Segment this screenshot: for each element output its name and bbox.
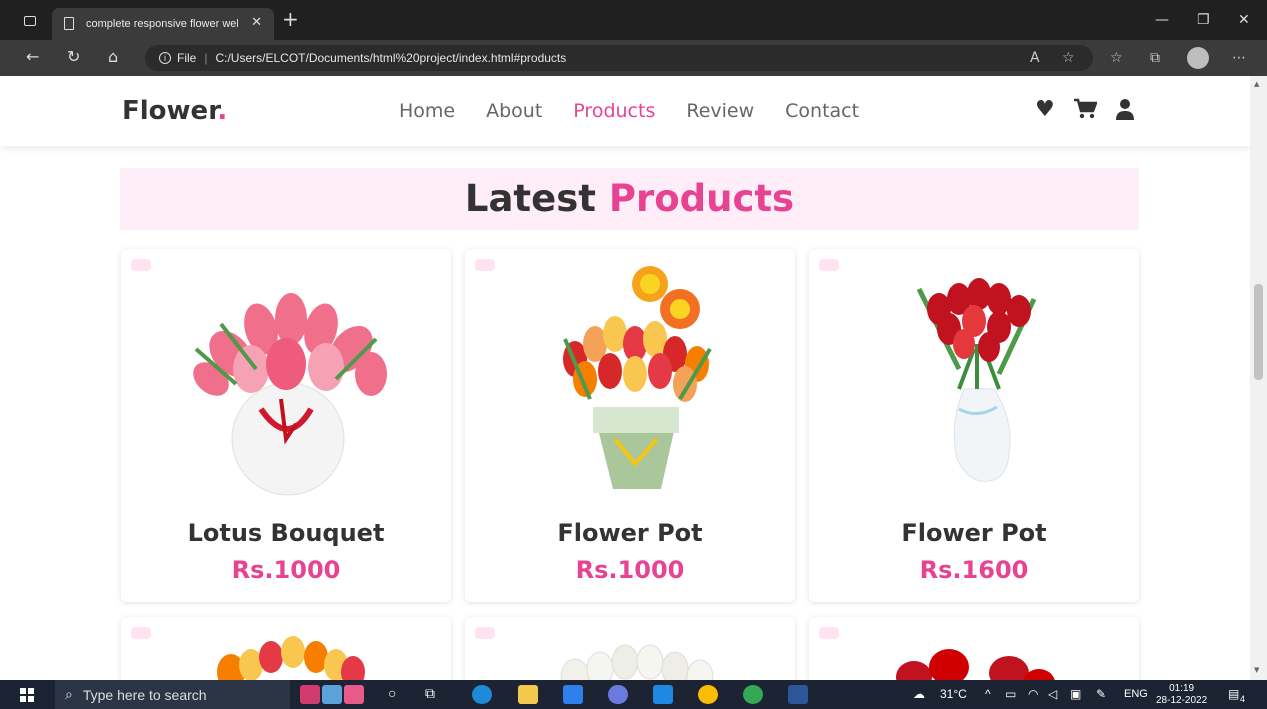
- product-card[interactable]: Lotus Bouquet Rs.1000: [121, 249, 451, 602]
- heart-icon[interactable]: ♥: [1035, 98, 1055, 126]
- product-price: Rs.1600: [919, 556, 1029, 584]
- main-nav: Home About Products Review Contact: [399, 100, 890, 122]
- add-favorite-icon[interactable]: ☆: [1062, 50, 1075, 66]
- weather-icon[interactable]: ☁: [913, 687, 925, 701]
- back-icon[interactable]: ←: [26, 49, 39, 65]
- url-prefix: File: [177, 51, 197, 65]
- white-tulips-image: [560, 644, 714, 680]
- url-text: C:/Users/ELCOT/Documents/html%20project/…: [215, 51, 567, 65]
- page-scrollbar[interactable]: ▲ ▼: [1250, 76, 1267, 680]
- pen-icon[interactable]: ✎: [1096, 687, 1106, 701]
- scroll-thumb[interactable]: [1254, 284, 1263, 380]
- language-indicator[interactable]: ENG: [1124, 688, 1148, 700]
- search-placeholder: Type here to search: [82, 686, 207, 703]
- store-icon[interactable]: [563, 685, 583, 704]
- url-separator: |: [204, 51, 208, 65]
- user-icon[interactable]: [1115, 98, 1135, 126]
- minimize-icon[interactable]: —: [1155, 12, 1169, 28]
- product-price: Rs.1000: [575, 556, 685, 584]
- word-icon[interactable]: [788, 685, 808, 704]
- tab-actions-icon[interactable]: [24, 16, 36, 26]
- scroll-down-icon[interactable]: ▼: [1254, 666, 1259, 674]
- battery-icon[interactable]: ▭: [1005, 687, 1016, 701]
- profile-avatar[interactable]: [1187, 47, 1209, 69]
- meet-icon[interactable]: ▣: [1070, 687, 1081, 701]
- browser-tab-bar: complete responsive flower web· ✕ + — ❐ …: [0, 0, 1267, 40]
- notification-count: 4: [1240, 694, 1246, 704]
- taskbar-search[interactable]: ⌕ Type here to search: [55, 680, 290, 709]
- home-icon[interactable]: ⌂: [108, 49, 118, 65]
- scroll-up-icon[interactable]: ▲: [1254, 80, 1259, 88]
- product-card[interactable]: [121, 617, 451, 680]
- file-explorer-icon[interactable]: [518, 685, 538, 704]
- close-window-icon[interactable]: ✕: [1238, 12, 1250, 28]
- browser-tab[interactable]: complete responsive flower web· ✕: [52, 8, 274, 40]
- header-icons: ♥: [1035, 98, 1135, 126]
- nav-review[interactable]: Review: [686, 100, 754, 122]
- volume-icon[interactable]: ◁: [1048, 687, 1057, 701]
- task-view-icon[interactable]: ⧉: [425, 685, 435, 702]
- page-viewport: Flower. Home About Products Review Conta…: [0, 76, 1250, 680]
- weather-temp[interactable]: 31°C: [940, 687, 967, 701]
- clock-date: 28-12-2022: [1156, 695, 1208, 706]
- new-tab-icon[interactable]: +: [282, 9, 299, 29]
- chrome-profile-icon[interactable]: [743, 685, 763, 704]
- clock-time: 01:19: [1169, 683, 1195, 694]
- product-card[interactable]: Flower Pot Rs.1000: [465, 249, 795, 602]
- page-icon: [64, 17, 74, 30]
- product-name: Flower Pot: [557, 519, 703, 547]
- section-heading: Latest Products: [120, 168, 1139, 230]
- address-bar-row: ← ↻ ⌂ i File | C:/Users/ELCOT/Documents/…: [0, 40, 1267, 76]
- search-icon: ⌕: [65, 686, 73, 702]
- start-button[interactable]: [20, 688, 34, 702]
- product-card[interactable]: [465, 617, 795, 680]
- read-aloud-icon[interactable]: A: [1030, 50, 1040, 66]
- mail-icon[interactable]: [653, 685, 673, 704]
- collections-icon[interactable]: ⧉: [1150, 50, 1160, 66]
- heading-main: Latest: [464, 177, 596, 220]
- more-menu-icon[interactable]: ⋯: [1232, 50, 1246, 66]
- chevron-up-icon[interactable]: ^: [985, 687, 991, 701]
- close-tab-icon[interactable]: ✕: [251, 15, 262, 30]
- product-name: Lotus Bouquet: [187, 519, 385, 547]
- logo-text: Flower: [122, 96, 218, 126]
- site-logo[interactable]: Flower.: [122, 96, 227, 126]
- infinity-app-icon[interactable]: [608, 685, 628, 704]
- product-card[interactable]: [809, 617, 1139, 680]
- restore-icon[interactable]: ❐: [1197, 12, 1210, 28]
- refresh-icon[interactable]: ↻: [67, 49, 80, 65]
- product-name: Flower Pot: [901, 519, 1047, 547]
- url-field[interactable]: i File | C:/Users/ELCOT/Documents/html%2…: [145, 45, 1093, 71]
- product-card[interactable]: Flower Pot Rs.1600: [809, 249, 1139, 602]
- nav-contact[interactable]: Contact: [785, 100, 859, 122]
- red-tulip-vase-image: [916, 278, 1037, 482]
- windows-taskbar: ⌕ Type here to search ○ ⧉ ☁ 31°C ^ ▭ ◠ ◁…: [0, 680, 1267, 709]
- calendar-widget-icon[interactable]: [344, 685, 364, 704]
- edge-icon[interactable]: [472, 685, 492, 704]
- wifi-icon[interactable]: ◠: [1028, 687, 1038, 701]
- favorites-icon[interactable]: ☆: [1110, 50, 1123, 66]
- gift-widget-icon[interactable]: [322, 685, 342, 704]
- heading-accent: Products: [608, 177, 795, 220]
- red-roses-image: [896, 649, 1055, 680]
- chrome-icon[interactable]: [698, 685, 718, 704]
- tulip-bouquet-image: [193, 293, 387, 496]
- news-widget-icon[interactable]: [300, 685, 320, 704]
- cortana-icon[interactable]: ○: [388, 685, 396, 701]
- yellow-tulips-image: [217, 636, 365, 680]
- product-price: Rs.1000: [231, 556, 341, 584]
- tab-title: complete responsive flower web·: [86, 18, 238, 30]
- cart-icon[interactable]: [1073, 98, 1098, 126]
- site-info-icon[interactable]: i: [159, 52, 171, 64]
- taskbar-clock[interactable]: 01:19 28-12-2022: [1156, 683, 1207, 707]
- site-header: Flower. Home About Products Review Conta…: [0, 76, 1250, 146]
- nav-about[interactable]: About: [486, 100, 542, 122]
- nav-products[interactable]: Products: [573, 100, 655, 122]
- nav-home[interactable]: Home: [399, 100, 455, 122]
- tulip-pot-image: [563, 266, 712, 489]
- notification-icon[interactable]: ▤: [1228, 687, 1239, 701]
- logo-dot: .: [217, 96, 228, 126]
